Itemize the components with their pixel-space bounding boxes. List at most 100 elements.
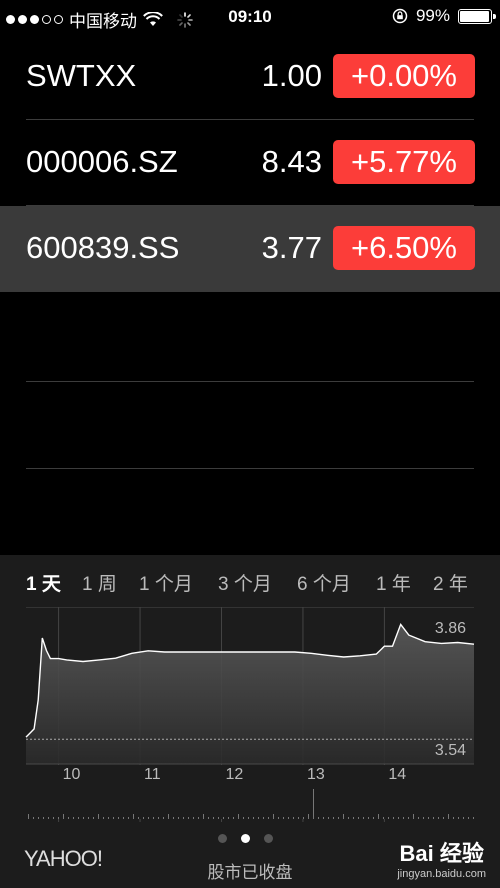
volume-bar xyxy=(203,814,204,819)
watermark-main: Bai 经验 xyxy=(399,841,484,866)
volume-bar xyxy=(328,817,329,819)
volume-bar xyxy=(278,817,279,819)
volume-bar xyxy=(223,817,224,819)
volume-bar xyxy=(33,817,34,819)
volume-bar xyxy=(188,817,189,819)
watermark-sub: jingyan.baidu.com xyxy=(397,868,486,880)
empty-row-divider xyxy=(26,381,474,382)
volume-bar xyxy=(333,817,334,819)
x-tick-label: 11 xyxy=(144,766,161,783)
volume-bar xyxy=(98,814,99,819)
chart-footer: YAHOO! 股市已收盘 Bai 经验 jingyan.baidu.com xyxy=(0,822,500,888)
volume-bar xyxy=(168,814,169,819)
volume-bar xyxy=(378,814,379,819)
volume-bar xyxy=(163,817,164,819)
volume-bar xyxy=(448,814,449,819)
change-badge[interactable]: +0.00% xyxy=(333,54,475,98)
range-tab-3m[interactable]: 3 个月 xyxy=(218,569,272,596)
stock-price: 1.00 xyxy=(261,58,322,93)
stock-row[interactable]: SWTXX 1.00 +0.00% xyxy=(0,34,500,120)
volume-bar xyxy=(158,817,159,819)
chart-panel: 1 天 1 周 1 个月 3 个月 6 个月 1 年 2 年 3.86 3.54 xyxy=(0,555,500,888)
range-tab-1y[interactable]: 1 年 xyxy=(376,569,411,596)
volume-bar xyxy=(433,817,434,819)
y-high-label: 3.86 xyxy=(435,620,466,637)
stock-symbol: SWTXX xyxy=(26,58,137,93)
volume-bar xyxy=(438,817,439,819)
volume-bar xyxy=(148,817,149,819)
range-tab-6m[interactable]: 6 个月 xyxy=(297,569,351,596)
volume-bar xyxy=(473,817,474,819)
volume-bar xyxy=(468,817,469,819)
x-tick-label: 14 xyxy=(388,766,406,783)
volume-bar xyxy=(138,817,139,819)
x-tick-label: 10 xyxy=(63,766,81,783)
volume-bar xyxy=(63,814,64,819)
volume-bar xyxy=(198,817,199,819)
volume-bar xyxy=(428,817,429,819)
volume-bar xyxy=(348,817,349,819)
stock-symbol: 600839.SS xyxy=(26,230,180,265)
volume-bar xyxy=(108,817,109,819)
volume-bar xyxy=(43,817,44,819)
volume-bar xyxy=(248,817,249,819)
volume-bar xyxy=(53,817,54,819)
battery-icon xyxy=(458,8,496,24)
volume-bar xyxy=(338,817,339,819)
volume-bar xyxy=(38,817,39,819)
volume-bar xyxy=(258,817,259,819)
volume-bar xyxy=(463,817,464,819)
change-badge[interactable]: +6.50% xyxy=(333,226,475,270)
page-dot xyxy=(218,834,227,843)
range-tab-2y[interactable]: 2 年 xyxy=(433,569,468,596)
volume-bar xyxy=(78,817,79,819)
volume-bar xyxy=(68,817,69,819)
page-indicator[interactable] xyxy=(218,834,273,843)
volume-band xyxy=(26,765,474,819)
y-low-label: 3.54 xyxy=(435,742,466,759)
volume-bar xyxy=(403,817,404,819)
volume-bar xyxy=(458,817,459,819)
volume-bar xyxy=(413,814,414,819)
volume-bar xyxy=(178,817,179,819)
stock-row[interactable]: 000006.SZ 8.43 +5.77% xyxy=(0,120,500,206)
rotation-lock-icon xyxy=(392,8,408,24)
volume-bar xyxy=(418,817,419,819)
price-area-fill xyxy=(26,624,474,764)
volume-bar xyxy=(83,817,84,819)
volume-bar xyxy=(443,817,444,819)
volume-bar xyxy=(228,817,229,819)
volume-bar xyxy=(408,817,409,819)
stock-price: 8.43 xyxy=(261,144,322,179)
volume-bar xyxy=(343,814,344,819)
volume-bar xyxy=(28,814,29,819)
volume-bar xyxy=(143,817,144,819)
range-tab-1w[interactable]: 1 周 xyxy=(82,569,117,596)
x-tick-label: 12 xyxy=(225,766,243,783)
volume-bar xyxy=(58,817,59,819)
change-badge[interactable]: +5.77% xyxy=(333,140,475,184)
volume-bar xyxy=(153,817,154,819)
volume-bar xyxy=(358,817,359,819)
volume-bar xyxy=(383,817,384,819)
range-tab-1m[interactable]: 1 个月 xyxy=(139,569,193,596)
volume-bar xyxy=(123,817,124,819)
volume-bar xyxy=(263,817,264,819)
volume-bar xyxy=(363,817,364,819)
volume-bar xyxy=(398,817,399,819)
price-chart-svg: 3.86 3.54 10 11 12 13 14 xyxy=(25,606,475,822)
stock-row-selected[interactable]: 600839.SS 3.77 +6.50% xyxy=(0,206,500,292)
empty-row-divider xyxy=(26,468,474,469)
range-tab-1d[interactable]: 1 天 xyxy=(26,569,61,596)
x-tick-label: 13 xyxy=(307,766,325,783)
volume-bar xyxy=(293,817,294,819)
volume-bar xyxy=(118,817,119,819)
volume-bar xyxy=(388,817,389,819)
volume-bar xyxy=(373,817,374,819)
range-tabs: 1 天 1 周 1 个月 3 个月 6 个月 1 年 2 年 xyxy=(0,555,500,607)
volume-bar xyxy=(173,817,174,819)
price-chart[interactable]: 3.86 3.54 10 11 12 13 14 xyxy=(0,606,500,822)
volume-bar xyxy=(273,814,274,819)
volume-bar xyxy=(393,817,394,819)
volume-bar xyxy=(238,814,239,819)
